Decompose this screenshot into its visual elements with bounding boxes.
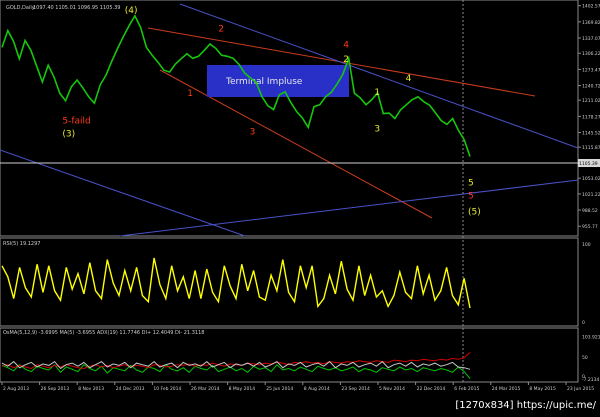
date-tick-label: 5 Nov 2014	[379, 386, 405, 392]
wave-label: 2	[343, 55, 349, 65]
date-tick-label: 24 Mar 2015	[492, 386, 521, 392]
price-tick-label: 1240.72	[582, 84, 600, 90]
osma-tick-label: 103.9213	[582, 334, 600, 340]
symbol-label: GOLD,Daily	[6, 5, 35, 11]
wave-label: 5-faild	[62, 116, 90, 126]
date-tick-label: 24 Dec 2013	[116, 386, 145, 392]
wave-label: 4	[343, 40, 349, 50]
ohlc-readout: 1097.40 1105.01 1096.95 1105.39	[33, 5, 120, 11]
osma-label: OsMA(5,12,9) -3.6995 MA(5) -3.6955 ADX(1…	[3, 330, 204, 336]
wave-label: (4)	[125, 6, 138, 16]
date-tick-label: 8 May 2014	[229, 386, 256, 392]
rsi-label: RSI(5) 19.1297	[3, 241, 40, 247]
price-tick-label: 1211.02	[582, 98, 600, 104]
price-axis: 1402.57 1369.82 1337.07 1306.22 1273.47 1240.…	[578, 4, 600, 230]
price-tick-label: 1402.57	[582, 4, 600, 10]
wave-label: (3)	[62, 129, 75, 139]
date-tick-label: 8 Nov 2013	[78, 386, 104, 392]
price-tick-label: 1306.22	[582, 51, 600, 57]
current-price-text: 1105.39	[579, 161, 598, 167]
terminal-impulse-label: Terminal Impluse	[225, 77, 303, 87]
osma-tick-label: 50	[582, 355, 588, 361]
price-tick-label: 988.52	[582, 208, 598, 214]
date-tick-label: 10 Feb 2014	[153, 386, 181, 392]
date-tick-label: 25 Jun 2014	[266, 386, 293, 392]
date-tick-label: 2 Aug 2013	[3, 386, 29, 392]
price-tick-label: 1273.47	[582, 67, 600, 73]
wave-label: 1	[374, 88, 380, 98]
date-tick-label: 8 Aug 2014	[304, 386, 330, 392]
wave-label: 5	[468, 192, 474, 202]
chart-window: GOLD,Daily 1097.40 1105.01 1096.95 1105.…	[0, 0, 600, 413]
wave-label: 5	[468, 179, 474, 189]
wave-label: 3	[374, 124, 380, 134]
price-tick-label: 1115.87	[582, 145, 600, 151]
watermark: [1270x834] https://upic.me/	[455, 400, 596, 411]
price-tick-label: 1053.02	[582, 176, 600, 182]
wave-label: 3	[250, 127, 256, 137]
chart-background	[0, 0, 600, 413]
chart-canvas: GOLD,Daily 1097.40 1105.01 1096.95 1105.…	[0, 0, 600, 413]
date-tick-label: 26 Mar 2014	[191, 386, 220, 392]
price-tick-label: 1369.82	[582, 20, 600, 26]
date-tick-label: 23 Sep 2014	[341, 386, 370, 392]
wave-label: 4	[406, 74, 412, 84]
wave-label: 2	[218, 25, 224, 35]
wave-label: (5)	[468, 207, 481, 217]
price-tick-label: 1178.27	[582, 114, 600, 120]
date-tick-label: 26 Sep 2013	[41, 386, 70, 392]
rsi-tick-label: 0	[582, 320, 585, 326]
wave-label: 1	[187, 89, 193, 99]
price-tick-label: 1337.07	[582, 36, 600, 42]
rsi-tick-label: 100	[582, 242, 591, 248]
date-tick-label: 8 May 2015	[529, 386, 556, 392]
date-tick-label: 6 Feb 2015	[454, 386, 479, 392]
date-tick-label: 22 Dec 2014	[417, 386, 446, 392]
price-tick-label: 955.77	[582, 224, 598, 230]
osma-tick-label: -7.2134	[582, 377, 600, 383]
date-tick-label: 23 Jun 2015	[567, 386, 594, 392]
price-tick-label: 1021.22	[582, 192, 600, 198]
price-tick-label: 1145.52	[582, 131, 600, 137]
